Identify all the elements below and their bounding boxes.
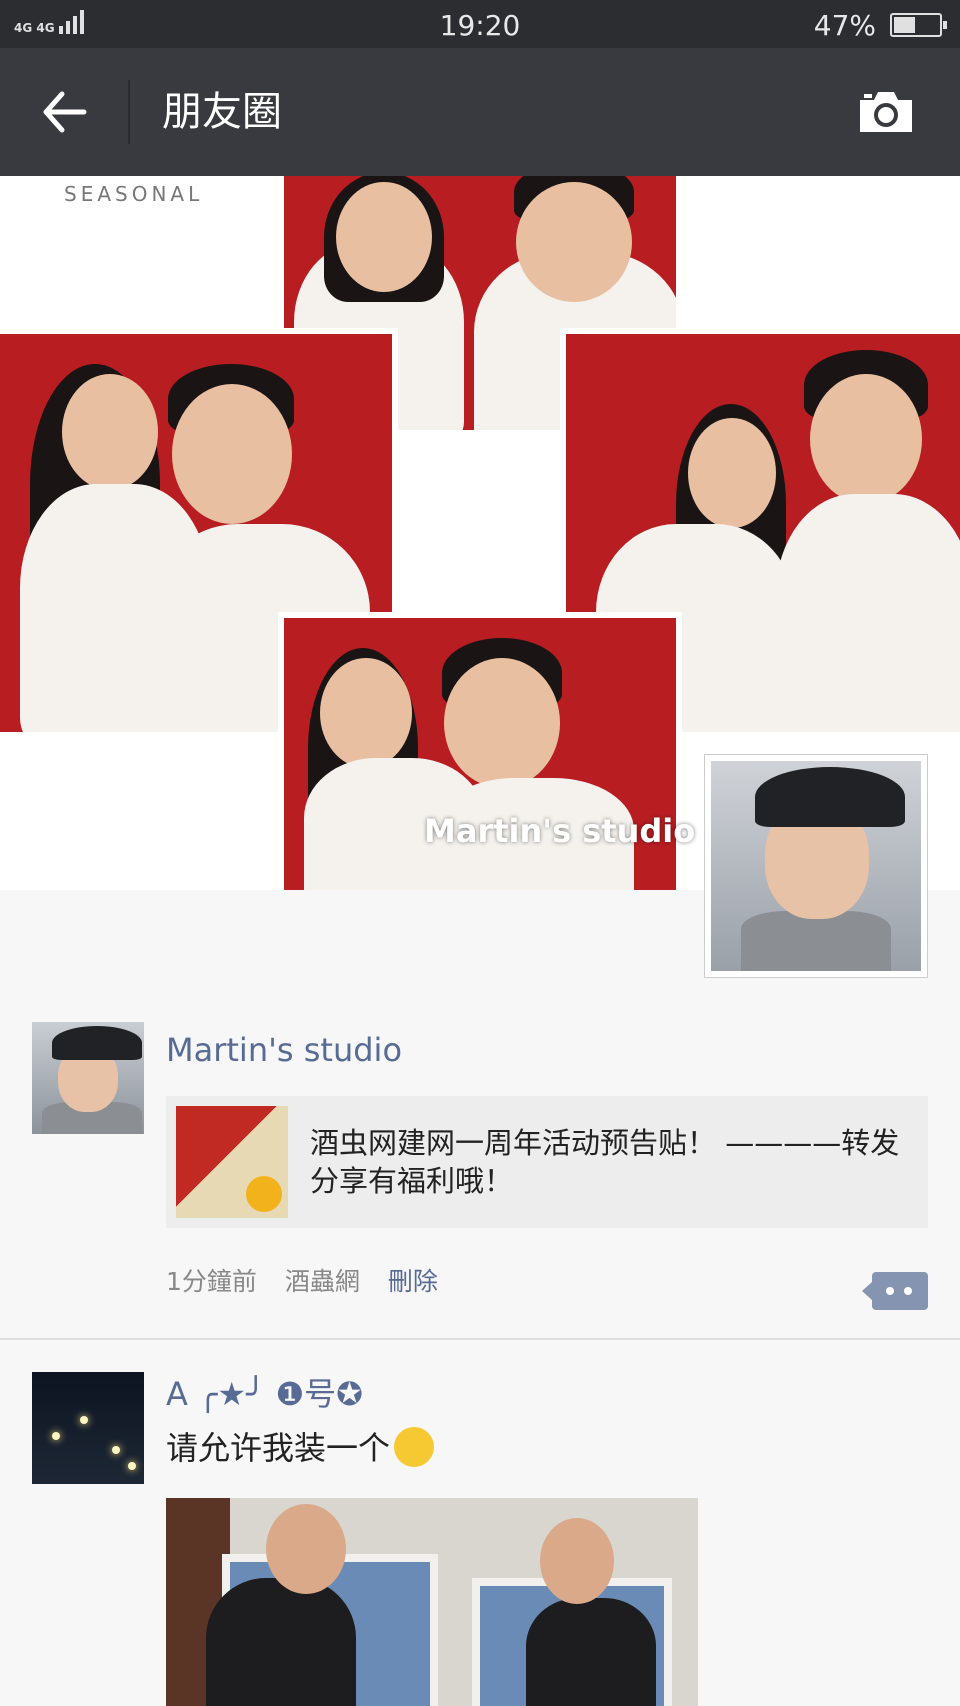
smirk-emoji-icon (394, 1427, 435, 1467)
post-author-name[interactable]: A ╭★╯ ❶号✪ (166, 1374, 363, 1414)
moment-post: A ╭★╯ ❶号✪ 请允许我装一个 (0, 1340, 960, 1706)
cover-watermark: Martin's studio (424, 812, 696, 850)
status-bar: 4G 4G 19:20 47% (0, 0, 960, 48)
post-meta: 1分鐘前 酒蟲網 刪除 (166, 1262, 438, 1298)
avatar[interactable] (32, 1022, 144, 1134)
nav-bar: 朋友圈 (0, 48, 960, 176)
page-title: 朋友圈 (162, 89, 282, 135)
back-arrow-icon[interactable] (40, 88, 88, 136)
shared-link-card[interactable]: 酒虫网建网一周年活动预告贴！ ————转发分享有福利哦！ (166, 1096, 928, 1228)
post-image[interactable] (166, 1498, 698, 1706)
battery-icon (890, 13, 947, 37)
moment-post: Martin's studio 酒虫网建网一周年活动预告贴！ ————转发分享有… (0, 1010, 960, 1340)
avatar[interactable] (32, 1372, 144, 1484)
post-author-name[interactable]: Martin's studio (166, 1030, 402, 1070)
post-time: 1分鐘前 (166, 1267, 257, 1296)
battery-percent: 47% (813, 9, 876, 42)
camera-icon[interactable] (856, 88, 916, 136)
post-source[interactable]: 酒蟲網 (285, 1262, 360, 1298)
post-text: 请允许我装一个 (166, 1426, 435, 1470)
link-thumbnail (176, 1106, 288, 1218)
profile-avatar[interactable] (704, 754, 928, 978)
post-text-content: 请允许我装一个 (166, 1429, 391, 1467)
comment-more-icon[interactable] (862, 1272, 928, 1310)
nav-divider (128, 80, 130, 144)
link-title: 酒虫网建网一周年活动预告贴！ ————转发分享有福利哦！ (310, 1126, 900, 1198)
cover-seasonal-text: SEASONAL (64, 182, 204, 206)
delete-button[interactable]: 刪除 (388, 1262, 438, 1298)
